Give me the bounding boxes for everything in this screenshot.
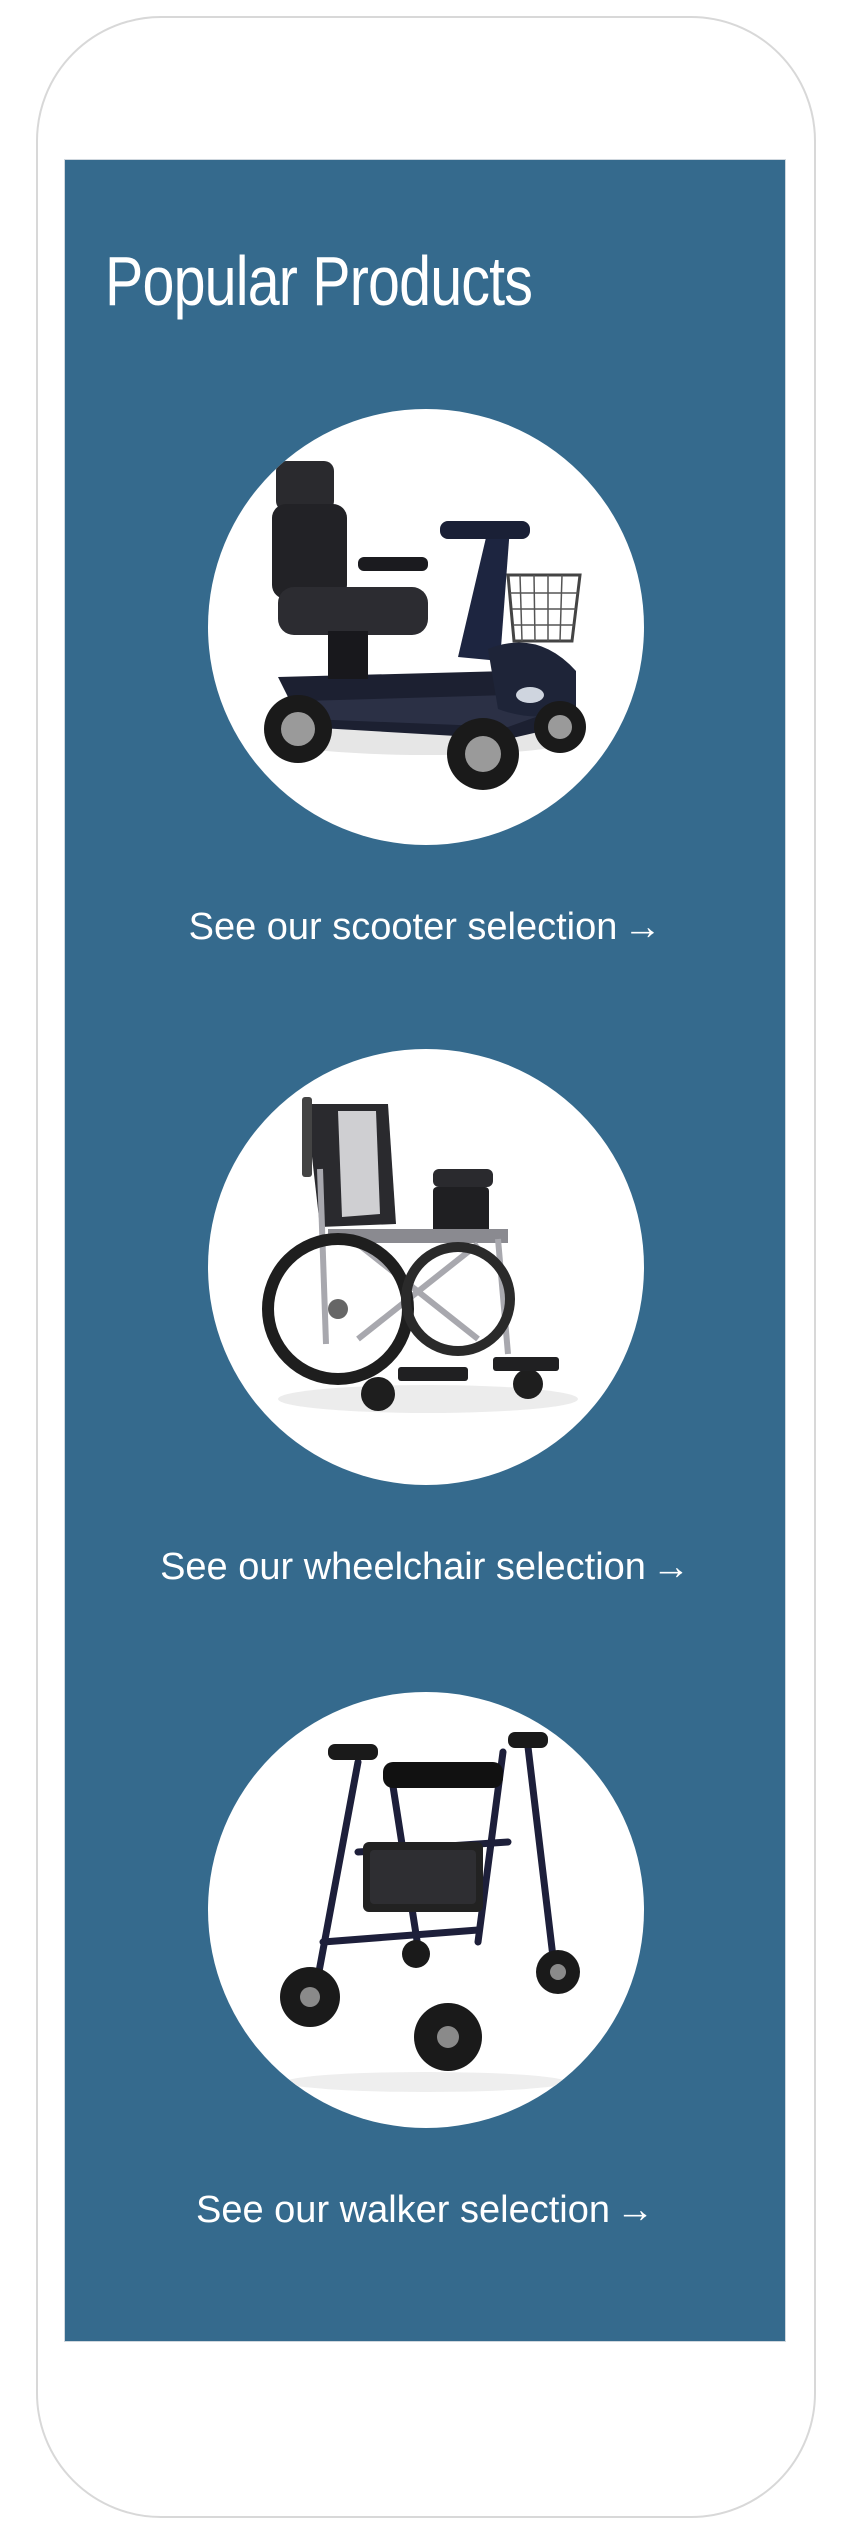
walker-link-label: See our walker selection bbox=[196, 2189, 610, 2231]
popular-products-section: Popular Products See our scooter selecti… bbox=[64, 159, 786, 2342]
wheelchair-selection-link[interactable]: See our wheelchair selection → bbox=[65, 1543, 785, 1591]
product-card-walker: See our walker selection → bbox=[65, 1692, 785, 2252]
scooter-image-link[interactable] bbox=[208, 409, 644, 845]
arrow-right-icon: → bbox=[623, 906, 662, 948]
arrow-right-icon: → bbox=[616, 2189, 654, 2231]
walker-selection-link[interactable]: See our walker selection → bbox=[65, 2186, 785, 2234]
wheelchair-icon bbox=[262, 1097, 578, 1413]
product-card-wheelchair: See our wheelchair selection → bbox=[65, 1049, 785, 1609]
mobility-scooter-icon bbox=[264, 461, 586, 790]
section-title: Popular Products bbox=[105, 242, 533, 320]
product-card-scooter: See our scooter selection → bbox=[65, 409, 785, 969]
scooter-selection-link[interactable]: See our scooter selection → bbox=[65, 903, 785, 951]
wheelchair-link-label: See our wheelchair selection bbox=[160, 1546, 646, 1588]
arrow-right-icon: → bbox=[651, 1546, 690, 1588]
wheelchair-image-link[interactable] bbox=[208, 1049, 644, 1485]
walker-image-link[interactable] bbox=[208, 1692, 644, 2128]
rollator-walker-icon bbox=[280, 1732, 580, 2092]
scooter-link-label: See our scooter selection bbox=[188, 906, 618, 948]
